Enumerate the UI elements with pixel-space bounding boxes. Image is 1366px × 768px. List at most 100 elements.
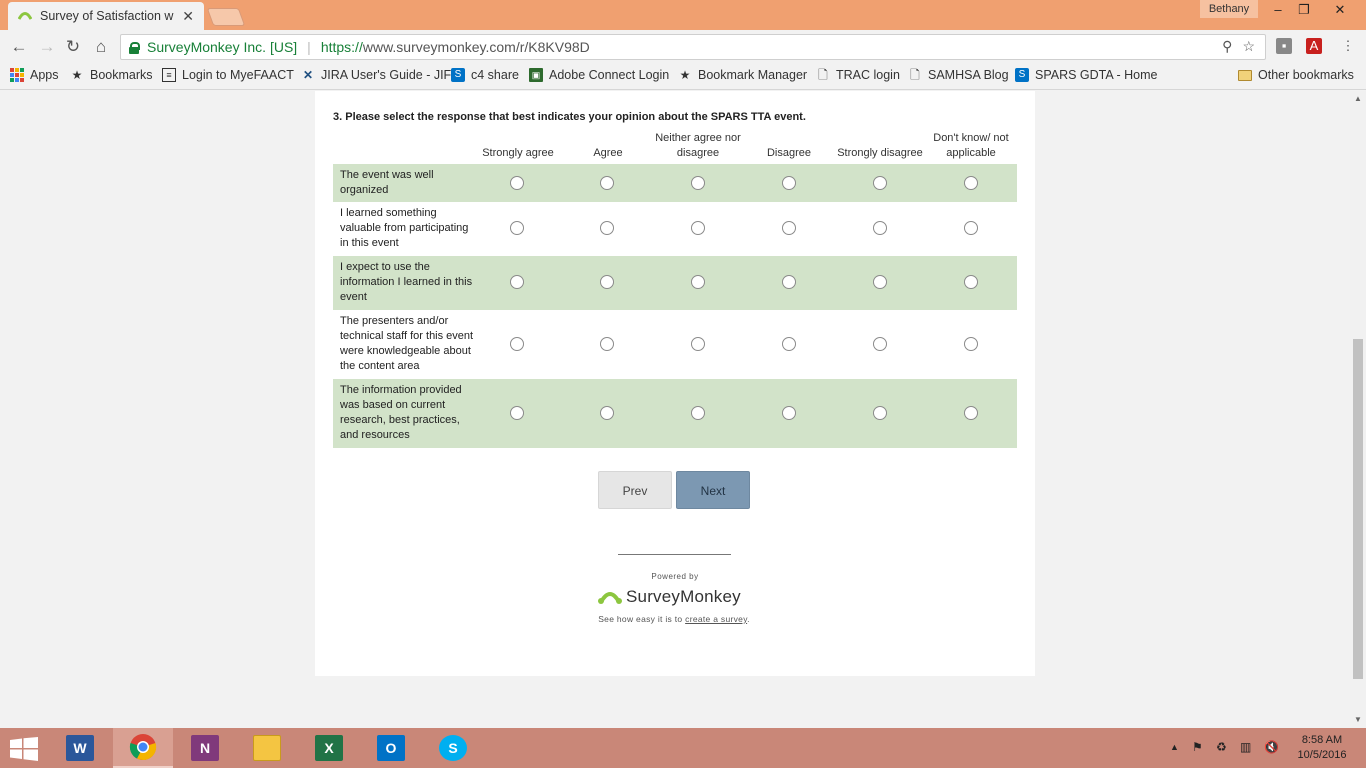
- tab-close-icon[interactable]: ✕: [182, 8, 194, 25]
- radio-disagree[interactable]: [782, 176, 796, 190]
- radio-disagree[interactable]: [782, 275, 796, 289]
- forward-icon[interactable]: →: [36, 36, 58, 58]
- radio-strongly-agree[interactable]: [510, 337, 524, 351]
- bookmark-c4-share[interactable]: S c4 share: [451, 68, 519, 82]
- taskbar-outlook[interactable]: O: [361, 728, 421, 768]
- radio-not-applicable[interactable]: [964, 176, 978, 190]
- profile-button[interactable]: Bethany: [1200, 0, 1258, 18]
- radio-disagree[interactable]: [782, 406, 796, 420]
- scroll-down-icon[interactable]: ▼: [1354, 715, 1362, 724]
- surveymonkey-logo-icon: [598, 592, 622, 604]
- system-clock[interactable]: 8:58 AM 10/5/2016: [1290, 733, 1354, 763]
- row-label: I learned something valuable from partic…: [340, 207, 469, 249]
- matrix-row: I learned something valuable from partic…: [333, 202, 1017, 256]
- radio-neither[interactable]: [691, 406, 705, 420]
- new-tab-button[interactable]: [206, 8, 246, 26]
- scroll-up-icon[interactable]: ▲: [1354, 94, 1362, 103]
- reload-icon[interactable]: ↻: [62, 36, 84, 58]
- surveymonkey-logo[interactable]: SurveyMonkey: [598, 587, 741, 607]
- prev-button[interactable]: Prev: [598, 471, 672, 509]
- radio-strongly-agree[interactable]: [510, 275, 524, 289]
- radio-disagree[interactable]: [782, 221, 796, 235]
- radio-agree[interactable]: [600, 275, 614, 289]
- create-survey-link[interactable]: create a survey: [685, 614, 747, 624]
- sync-icon[interactable]: ♻: [1216, 740, 1227, 754]
- radio-agree[interactable]: [600, 176, 614, 190]
- radio-agree[interactable]: [600, 337, 614, 351]
- bookmark-apps[interactable]: Apps: [10, 68, 59, 82]
- taskbar-skype[interactable]: S: [423, 728, 483, 768]
- home-icon[interactable]: ⌂: [90, 36, 112, 58]
- radio-strongly-disagree[interactable]: [873, 221, 887, 235]
- bookmark-label: SPARS GDTA - Home: [1035, 68, 1158, 82]
- tray-overflow-icon[interactable]: ▲: [1170, 742, 1179, 752]
- zoom-icon[interactable]: ⚲: [1222, 38, 1232, 55]
- bookmark-adobe-connect[interactable]: ▣ Adobe Connect Login: [529, 68, 669, 82]
- bookmark-bookmarks[interactable]: ★ Bookmarks: [70, 68, 153, 82]
- radio-not-applicable[interactable]: [964, 337, 978, 351]
- chrome-menu-icon[interactable]: ⋮: [1340, 38, 1356, 54]
- bookmark-star-icon[interactable]: ☆: [1242, 38, 1255, 55]
- question-title: 3. Please select the response that best …: [333, 111, 806, 123]
- radio-strongly-agree[interactable]: [510, 221, 524, 235]
- onenote-icon: N: [191, 735, 219, 761]
- adobe-connect-icon: ▣: [529, 68, 543, 82]
- extension-icon[interactable]: ▪: [1276, 38, 1292, 54]
- radio-neither[interactable]: [691, 176, 705, 190]
- other-bookmarks[interactable]: Other bookmarks: [1238, 68, 1354, 82]
- footer-divider: [618, 554, 731, 555]
- address-bar[interactable]: SurveyMonkey Inc. [US] | https:// www.su…: [120, 34, 1266, 60]
- row-label: The presenters and/or technical staff fo…: [340, 315, 474, 372]
- bookmark-label: Login to MyeFAACT: [182, 68, 294, 82]
- next-button[interactable]: Next: [676, 471, 750, 509]
- browser-tab[interactable]: Survey of Satisfaction wit ✕: [8, 2, 204, 30]
- close-window-button[interactable]: ✕: [1326, 0, 1354, 22]
- bookmark-myefaact[interactable]: ≡ Login to MyeFAACT: [162, 68, 294, 82]
- back-icon[interactable]: ←: [8, 36, 30, 58]
- column-header: Neither agree nor disagree: [655, 132, 741, 159]
- bookmark-label: Bookmarks: [90, 68, 153, 82]
- row-label: The information provided was based on cu…: [340, 384, 462, 441]
- radio-strongly-disagree[interactable]: [873, 176, 887, 190]
- taskbar-file-explorer[interactable]: [237, 728, 297, 768]
- matrix-row: I expect to use the information I learne…: [333, 256, 1017, 310]
- radio-not-applicable[interactable]: [964, 406, 978, 420]
- bookmark-manager[interactable]: ★ Bookmark Manager: [678, 68, 807, 82]
- radio-neither[interactable]: [691, 221, 705, 235]
- column-header: Agree: [593, 147, 623, 159]
- bookmark-trac[interactable]: 🗋 TRAC login: [816, 68, 900, 82]
- radio-not-applicable[interactable]: [964, 221, 978, 235]
- network-icon[interactable]: ▥: [1240, 740, 1251, 754]
- radio-strongly-agree[interactable]: [510, 176, 524, 190]
- bookmark-label: SAMHSA Blog: [928, 68, 1009, 82]
- bookmark-jira[interactable]: ✕ JIRA User's Guide - JIF: [301, 68, 451, 82]
- radio-strongly-agree[interactable]: [510, 406, 524, 420]
- action-flag-icon[interactable]: ⚑: [1192, 740, 1203, 754]
- acrobat-extension-icon[interactable]: A: [1306, 38, 1322, 54]
- volume-muted-icon[interactable]: 🔇: [1264, 740, 1279, 754]
- minimize-button[interactable]: –: [1264, 0, 1292, 22]
- radio-strongly-disagree[interactable]: [873, 337, 887, 351]
- radio-agree[interactable]: [600, 406, 614, 420]
- matrix-row: The event was well organized: [333, 164, 1017, 202]
- secure-site-label: SurveyMonkey Inc. [US]: [147, 39, 298, 55]
- windows-start-icon[interactable]: [10, 737, 38, 761]
- scroll-thumb[interactable]: [1353, 339, 1363, 679]
- taskbar-chrome[interactable]: [113, 728, 173, 768]
- taskbar-word[interactable]: W: [50, 728, 110, 768]
- maximize-button[interactable]: ❐: [1290, 0, 1318, 22]
- radio-strongly-disagree[interactable]: [873, 275, 887, 289]
- radio-neither[interactable]: [691, 337, 705, 351]
- radio-strongly-disagree[interactable]: [873, 406, 887, 420]
- radio-not-applicable[interactable]: [964, 275, 978, 289]
- column-header: Don't know/ not applicable: [933, 132, 1009, 159]
- bookmark-samhsa-blog[interactable]: 🗋 SAMHSA Blog: [908, 68, 1009, 82]
- taskbar-onenote[interactable]: N: [175, 728, 235, 768]
- bookmark-spars-gdta[interactable]: S SPARS GDTA - Home: [1015, 68, 1157, 82]
- radio-agree[interactable]: [600, 221, 614, 235]
- powered-by-text: Powered by: [651, 572, 699, 581]
- page-scrollbar[interactable]: ▲ ▼: [1350, 91, 1366, 728]
- radio-neither[interactable]: [691, 275, 705, 289]
- taskbar-excel[interactable]: X: [299, 728, 359, 768]
- radio-disagree[interactable]: [782, 337, 796, 351]
